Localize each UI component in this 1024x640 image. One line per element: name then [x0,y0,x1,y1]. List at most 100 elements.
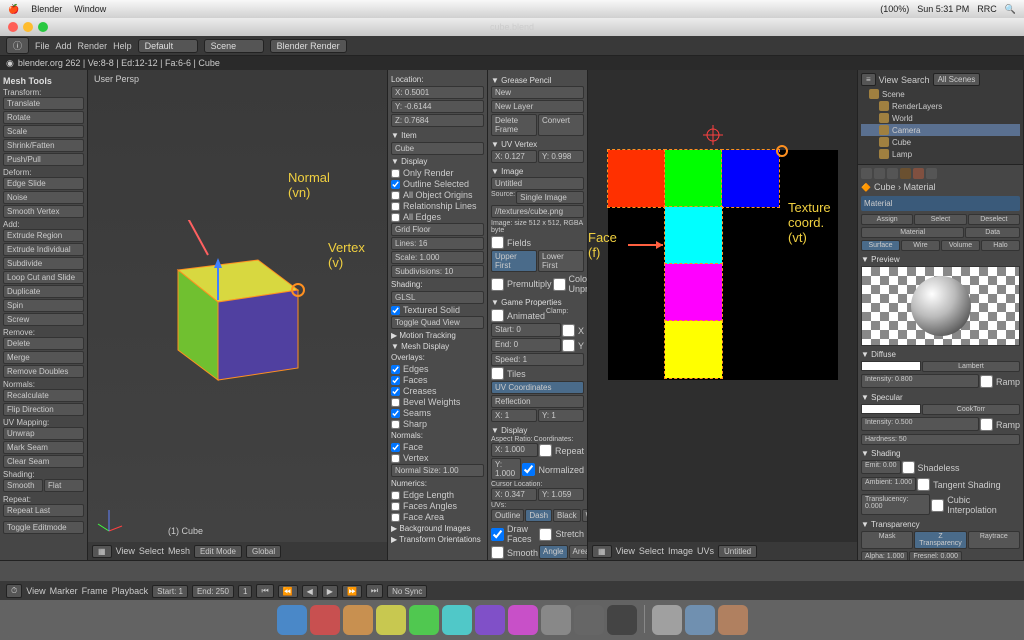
tool-button[interactable]: Repeat Last [3,504,84,517]
stretch-area[interactable]: Area [569,545,589,559]
tiles-y[interactable]: Y: 1 [538,409,584,422]
norm-check[interactable]: Normalized [522,459,584,480]
uv-face-cyan[interactable] [665,207,722,264]
dock-app-icon[interactable] [277,605,307,635]
jump-end-icon[interactable]: ⏭ [366,584,383,598]
uv-face-red[interactable] [608,150,665,207]
tool-button[interactable]: Merge [3,351,84,364]
dock-app-icon[interactable] [442,605,472,635]
mac-app-name[interactable]: Blender [31,4,62,15]
dock-app-icon[interactable] [607,605,637,635]
tool-button[interactable]: Subdivide [3,257,84,270]
jump-start-icon[interactable]: ⏮ [256,584,273,598]
game-header[interactable]: ▼ Game Properties [491,298,584,307]
img-source[interactable]: Single Image [516,191,584,204]
translucency[interactable]: Translucency: 0.000 [861,494,930,515]
tiles-check[interactable]: Tiles [491,367,584,380]
gp-layer[interactable]: New Layer [491,100,584,113]
uv-editor-icon[interactable]: ▦ [592,545,612,558]
specular-header[interactable]: ▼ Specular [861,393,1020,402]
display-check[interactable]: Seams [391,408,484,418]
2d-cursor-icon[interactable] [703,125,723,145]
display-check[interactable]: Edge Length [391,490,484,500]
tl-frame[interactable]: Frame [82,586,108,596]
uv-hdr-image[interactable]: Image [668,546,693,556]
transp-mask[interactable]: Mask [861,531,913,549]
transp-ray[interactable]: Raytrace [968,531,1020,549]
cur-y[interactable]: Y: 1.059 [538,488,584,501]
tiles-x[interactable]: X: 1 [491,409,537,422]
tool-button[interactable]: Rotate [3,111,84,124]
deselect-button[interactable]: Deselect [968,214,1020,225]
hardness[interactable]: Hardness: 50 [861,434,1020,445]
diffuse-model[interactable]: Lambert [922,361,1020,372]
gp-new[interactable]: New [491,86,584,99]
tool-button[interactable]: Scale [3,125,84,138]
clamp-x[interactable]: X [562,324,584,337]
smooth-check[interactable]: Smooth [491,546,538,559]
fresnel[interactable]: Fresnel: 0.000 [909,551,962,560]
prop-tab-texture[interactable] [926,168,937,179]
hdr-mesh[interactable]: Mesh [168,546,190,556]
specular-intensity[interactable]: Intensity: 0.500 [861,417,979,431]
tab-surface[interactable]: Surface [861,240,900,251]
ar-y[interactable]: Y: 1.000 [491,458,521,480]
tool-button[interactable]: Clear Seam [3,455,84,468]
display-check[interactable]: Sharp [391,419,484,429]
prev-key-icon[interactable]: ⏪ [278,585,298,598]
menu-help[interactable]: Help [113,41,132,51]
specular-model[interactable]: CookTorr [922,404,1020,415]
specular-ramp[interactable]: Ramp [980,418,1020,431]
uvv-header[interactable]: ▼ UV Vertex [491,140,584,149]
outliner-filter[interactable]: All Scenes [933,73,981,86]
grid-subdiv[interactable]: Subdivisions: 10 [391,265,484,278]
material-name[interactable]: Material [861,227,964,238]
ambient[interactable]: Ambient: 1.000 [861,477,916,491]
tool-button[interactable]: Extrude Individual [3,243,84,256]
img-header[interactable]: ▼ Image [491,167,584,176]
img-path[interactable]: //textures/cube.png [491,205,584,218]
uvv-x[interactable]: X: 0.127 [491,150,537,163]
textured-solid-check[interactable]: Textured Solid [391,305,484,315]
tool-button[interactable]: Recalculate [3,389,84,402]
edge-black[interactable]: Black [553,509,581,522]
trf-header[interactable]: ▶ Transform Orientations [391,535,484,544]
material-slot[interactable]: Material [861,196,1020,211]
drawfaces-check[interactable]: Draw Faces [491,524,538,544]
item-name[interactable]: Cube [391,142,484,155]
uvv-y[interactable]: Y: 0.998 [538,150,584,163]
layout-select[interactable]: Default [138,39,198,53]
prop-tab-scene[interactable] [874,168,885,179]
uv-coords-btn[interactable]: UV Coordinates [491,381,584,394]
edge-dash[interactable]: Dash [525,509,552,522]
uv-face-yellow[interactable] [665,321,722,378]
orientation-select[interactable]: Global [246,545,281,558]
select-button[interactable]: Select [914,214,966,225]
tool-button[interactable]: Smooth Vertex [3,205,84,218]
diffuse-intensity[interactable]: Intensity: 0.800 [861,374,979,388]
dock-app-icon[interactable] [574,605,604,635]
timeline-track[interactable] [0,561,1024,581]
dock-app-icon[interactable] [685,605,715,635]
tool-button[interactable]: Mark Seam [3,441,84,454]
tl-marker[interactable]: Marker [50,586,78,596]
tool-button[interactable]: Unwrap [3,427,84,440]
minimize-icon[interactable] [23,22,33,32]
uv-image-select[interactable]: Untitled [718,545,757,558]
cube-mesh[interactable] [148,220,328,400]
engine-select[interactable]: Blender Render [270,39,347,53]
uv-face-blue[interactable] [722,150,779,207]
outliner-item[interactable]: Scene [861,88,1020,100]
grid-floor[interactable]: Grid Floor [391,223,484,236]
diffuse-ramp[interactable]: Ramp [980,375,1020,388]
display-check[interactable]: Creases [391,386,484,396]
menu-add[interactable]: Add [56,41,72,51]
uv-hdr-select[interactable]: Select [639,546,664,556]
gp-convert[interactable]: Convert [538,114,584,136]
tab-halo[interactable]: Halo [981,240,1020,251]
frame-end[interactable]: End: 250 [192,585,234,598]
shading-mode[interactable]: GLSL [391,291,484,304]
normal-size[interactable]: Normal Size: 1.00 [391,464,484,477]
game-end[interactable]: End: 0 [491,338,561,352]
loc-z[interactable]: Z: 0.7684 [391,114,484,127]
